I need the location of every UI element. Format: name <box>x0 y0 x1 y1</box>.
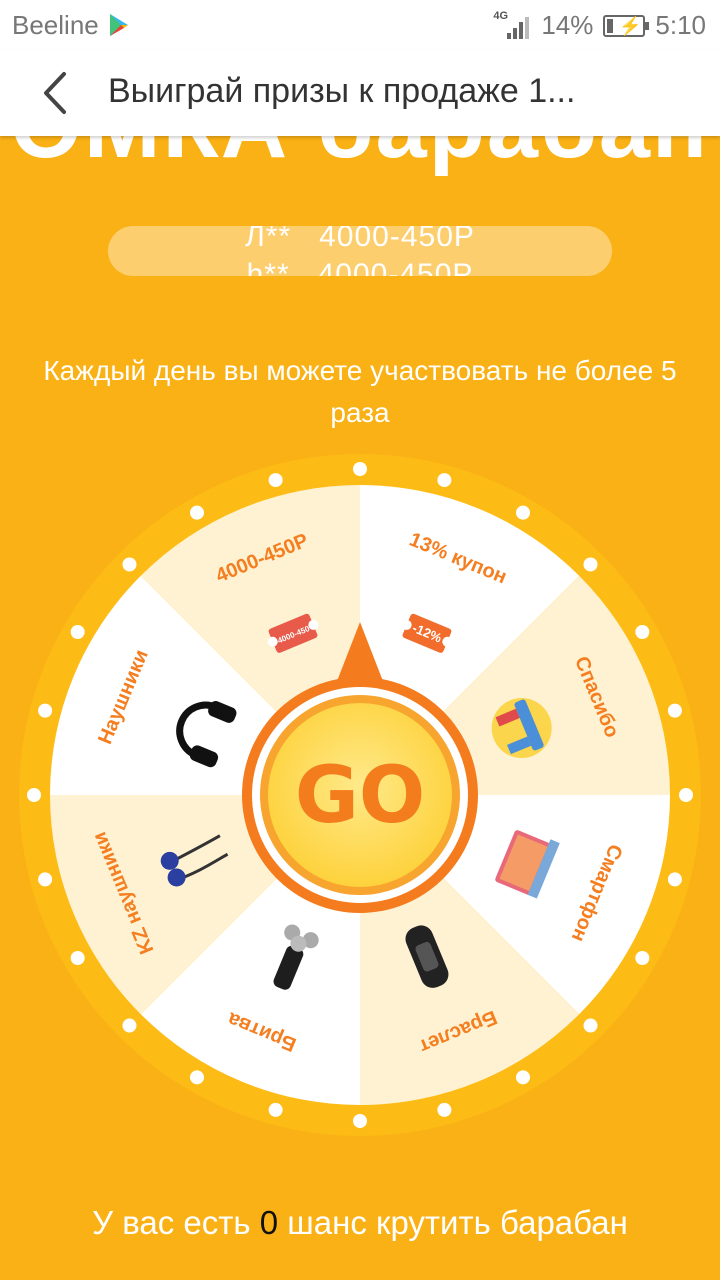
ticker-row: h** 4000-450Р <box>108 258 612 276</box>
winner-prize: 4000-450Р <box>319 226 475 253</box>
rim-light-dot <box>190 505 204 520</box>
rim-light-dot <box>353 1114 367 1128</box>
carrier-name: Beeline <box>12 10 99 40</box>
rim-light-dot <box>70 625 85 639</box>
rim-light-dot <box>437 473 452 488</box>
rim-light-dot <box>122 1018 137 1033</box>
rim-light-dot <box>190 1070 204 1085</box>
chance-count: 0 <box>259 1204 279 1241</box>
chance-suffix: шанс крутить барабан <box>287 1204 628 1241</box>
ticker-row: Л** 4000-450Р <box>108 226 612 254</box>
go-label: GO <box>295 751 425 841</box>
rim-light-dot <box>437 1102 452 1117</box>
winner-prize: 4000-450Р <box>317 258 474 276</box>
back-arrow-icon[interactable] <box>38 68 78 118</box>
battery-percent: 14% <box>541 10 594 40</box>
rim-light-dot <box>516 505 530 520</box>
winner-name: Л** <box>245 226 292 253</box>
rim-light-dot <box>122 557 137 572</box>
network-type: 4G <box>493 9 509 22</box>
page-title: Выиграй призы к продаже 1... <box>108 72 576 110</box>
rim-light-dot <box>268 473 283 488</box>
rim-light-dot <box>667 703 682 718</box>
rim-light-dot <box>38 872 53 887</box>
spin-chance-text: У вас есть 0 шанс крутить барабан <box>0 1204 720 1242</box>
clock: 5:10 <box>655 10 706 40</box>
chance-prefix: У вас есть <box>92 1204 251 1241</box>
rim-light-dot <box>70 951 85 965</box>
battery-icon: ⚡ <box>603 14 650 37</box>
rim-light-dot <box>635 625 650 639</box>
winners-ticker: Л** 4000-450Р h** 4000-450Р <box>108 226 612 276</box>
rim-light-dot <box>27 788 41 802</box>
winner-name: h** <box>246 258 290 276</box>
rim-light-dot <box>583 1018 598 1033</box>
rim-light-dot <box>583 557 598 572</box>
status-bar: Beeline 4G 14% ⚡ 5:10 <box>0 0 720 50</box>
rules-text: Каждый день вы можете участвовать не бол… <box>43 355 677 428</box>
rim-light-dot <box>268 1102 283 1117</box>
play-store-icon <box>110 14 128 36</box>
rim-light-dot <box>38 703 53 718</box>
banner-heading: ОМКА барабан <box>0 136 720 196</box>
rim-light-dot <box>635 951 650 965</box>
rim-light-dot <box>516 1070 530 1085</box>
rim-light-dot <box>353 462 367 476</box>
banner-text: ОМКА барабан <box>0 136 720 179</box>
rim-light-dot <box>679 788 693 802</box>
cell-signal-icon: 4G <box>493 9 531 41</box>
app-bar: Выиграй призы к продаже 1... <box>0 50 720 136</box>
prize-wheel: 13% купон-12%СпасибоСмартфонБраслетБритв… <box>19 454 701 1136</box>
rim-light-dot <box>667 872 682 887</box>
